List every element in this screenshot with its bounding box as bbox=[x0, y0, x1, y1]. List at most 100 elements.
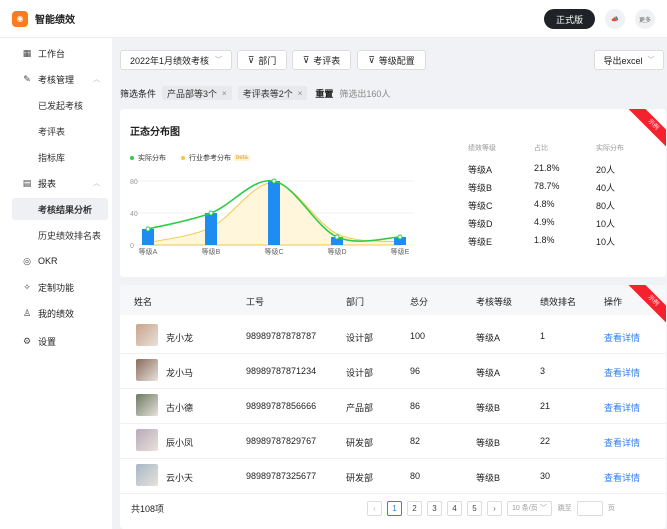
grid-icon: ▦ bbox=[22, 47, 32, 58]
grade-cell: 10人 bbox=[596, 219, 616, 229]
avatar bbox=[136, 324, 158, 346]
sidebar-item-history-rank[interactable]: 历史绩效排名表 bbox=[0, 224, 112, 246]
view-detail-link[interactable]: 查看详情 bbox=[604, 436, 640, 449]
sidebar-item-workbench[interactable]: ▦ 工作台 bbox=[0, 42, 112, 64]
user-icon: ♙ bbox=[22, 307, 32, 318]
grade-cell: 等级D bbox=[468, 219, 493, 229]
avatar bbox=[136, 394, 158, 416]
view-detail-link[interactable]: 查看详情 bbox=[604, 401, 640, 414]
filter-label: 筛选条件 bbox=[120, 88, 157, 99]
export-excel-button[interactable]: 导出excel ﹀ bbox=[594, 50, 664, 70]
table-cell: 等级B bbox=[476, 438, 501, 448]
sidebar-item-sheets[interactable]: 考评表 bbox=[0, 120, 112, 142]
actual-point bbox=[271, 178, 277, 184]
sheet-filter-button[interactable]: ⊽ 考评表 bbox=[292, 50, 351, 70]
table-cell: 100 bbox=[410, 331, 426, 341]
table-row: 辰小凤 98989787829767 研发部 82 等级B 22 查看详情 bbox=[120, 424, 666, 459]
grade-cell: 4.8% bbox=[534, 199, 555, 209]
table-cell: 21 bbox=[540, 401, 551, 411]
megaphone-icon[interactable]: 📣 bbox=[605, 9, 625, 29]
sidebar-item-assess-mgmt[interactable]: ✎ 考核管理 ︿ bbox=[0, 68, 112, 90]
more-button[interactable]: 更多 bbox=[635, 9, 655, 29]
grade-cell: 78.7% bbox=[534, 181, 560, 191]
x-tick-label: 等级C bbox=[264, 247, 283, 256]
page-button[interactable]: 1 bbox=[387, 500, 402, 516]
filter-icon: ⊽ bbox=[247, 54, 255, 65]
page-size-select[interactable]: 10 条/页 ﹀ bbox=[507, 500, 552, 516]
page-button[interactable]: 2 bbox=[407, 500, 422, 516]
page-button[interactable]: 3 bbox=[427, 500, 442, 516]
gear-icon: ⚙ bbox=[22, 335, 32, 346]
page-unit-label: 页 bbox=[607, 505, 615, 512]
table-row: 龙小马 98989787871234 设计部 96 等级A 3 查看详情 bbox=[120, 354, 666, 389]
x-tick-label: 等级D bbox=[327, 247, 346, 256]
table-cell: 等级B bbox=[476, 403, 501, 413]
chart-title: 正态分布图 bbox=[130, 127, 180, 138]
result-table-card: 姓名 工号 部门 总分 考核等级 绩效排名 操作 示例 克小龙 989897878… bbox=[120, 285, 666, 529]
distribution-card: 示例 正态分布图 实际分布 行业参考分布 beta 0 40 80 等级A 等级B 等级C… bbox=[120, 109, 666, 277]
custom-icon: ✧ bbox=[23, 281, 31, 292]
app-logo-icon: ◉ bbox=[12, 10, 28, 27]
bar bbox=[205, 213, 217, 245]
close-icon[interactable]: × bbox=[298, 89, 303, 98]
table-row: 克小龙 98989787878787 设计部 100 等级A 1 查看详情 bbox=[120, 319, 666, 354]
legend-actual: 实际分布 bbox=[130, 153, 166, 163]
sidebar-item-launched[interactable]: 已发起考核 bbox=[0, 94, 112, 116]
table-cell: 等级B bbox=[476, 473, 501, 483]
report-icon: ▤ bbox=[22, 177, 32, 188]
sample-ribbon: 示例 bbox=[627, 109, 666, 151]
dept-filter-button[interactable]: ⊽ 部门 bbox=[237, 50, 287, 70]
sidebar-item-result-analysis[interactable]: 考核结果分析 bbox=[12, 198, 108, 220]
table-cell: 98989787325677 bbox=[246, 471, 317, 481]
grade-cell: 等级A bbox=[468, 165, 493, 175]
next-page-button[interactable]: › bbox=[487, 500, 502, 516]
sidebar-item-okr[interactable]: ◎ OKR bbox=[0, 250, 112, 272]
filter-tag-dept[interactable]: 产品部等3个 × bbox=[162, 86, 232, 100]
table-cell: 等级A bbox=[476, 368, 501, 378]
table-cell: 设计部 bbox=[346, 368, 374, 378]
page-button[interactable]: 5 bbox=[467, 500, 482, 516]
table-cell: 1 bbox=[540, 331, 546, 341]
sidebar-item-reports[interactable]: ▤ 报表 ︿ bbox=[0, 172, 112, 194]
grade-cell: 21.8% bbox=[534, 163, 560, 173]
table-cell: 古小德 bbox=[166, 403, 194, 413]
grade-cell: 4.9% bbox=[534, 217, 555, 227]
table-cell: 96 bbox=[410, 366, 421, 376]
actual-point bbox=[334, 234, 340, 240]
goto-label: 跳至 bbox=[557, 505, 572, 512]
grade-header: 绩效等级 bbox=[468, 145, 496, 152]
sidebar-item-settings[interactable]: ⚙ 设置 bbox=[0, 330, 112, 352]
prev-page-button[interactable]: ‹ bbox=[367, 500, 382, 516]
table-cell: 云小天 bbox=[166, 473, 194, 483]
view-detail-link[interactable]: 查看详情 bbox=[604, 366, 640, 379]
sidebar-item-my-perf[interactable]: ♙ 我的绩效 bbox=[0, 302, 112, 324]
sidebar-item-custom[interactable]: ✧ 定制功能 bbox=[0, 276, 112, 298]
sidebar-item-indicators[interactable]: 指标库 bbox=[0, 146, 112, 168]
grade-config-button[interactable]: ⊽ 等级配置 bbox=[357, 50, 426, 70]
target-icon: ◎ bbox=[23, 255, 31, 266]
distribution-chart: 0 40 80 等级A 等级B 等级C 等级D 等级E bbox=[130, 178, 414, 256]
reset-button[interactable]: 重置 bbox=[315, 87, 333, 100]
actual-point bbox=[208, 210, 214, 216]
grade-cell: 等级B bbox=[468, 183, 493, 193]
legend-dot bbox=[130, 156, 134, 160]
grade-cell: 等级E bbox=[468, 237, 493, 247]
filter-result-count: 筛选出160人 bbox=[339, 88, 391, 99]
period-select[interactable]: 2022年1月绩效考核 ﹀ bbox=[120, 50, 232, 70]
page-button[interactable]: 4 bbox=[447, 500, 462, 516]
goto-page-input[interactable] bbox=[576, 500, 603, 516]
top-bar: ◉ 智能绩效 正式版 📣 更多 bbox=[0, 0, 667, 38]
table-cell: 产品部 bbox=[346, 403, 374, 413]
pro-version-button[interactable]: 正式版 bbox=[543, 9, 595, 29]
table-cell: 98989787878787 bbox=[246, 331, 317, 341]
x-tick-label: 等级E bbox=[391, 247, 410, 256]
filter-tag-sheet[interactable]: 考评表等2个 × bbox=[237, 86, 308, 100]
chevron-down-icon: ﹀ bbox=[539, 505, 547, 512]
chevron-down-icon: ﹀ bbox=[647, 57, 655, 64]
table-cell: 82 bbox=[410, 436, 421, 446]
close-icon[interactable]: × bbox=[222, 89, 227, 98]
bar bbox=[268, 181, 280, 245]
view-detail-link[interactable]: 查看详情 bbox=[604, 471, 640, 484]
view-detail-link[interactable]: 查看详情 bbox=[604, 331, 640, 344]
table-cell: 辰小凤 bbox=[166, 438, 194, 448]
